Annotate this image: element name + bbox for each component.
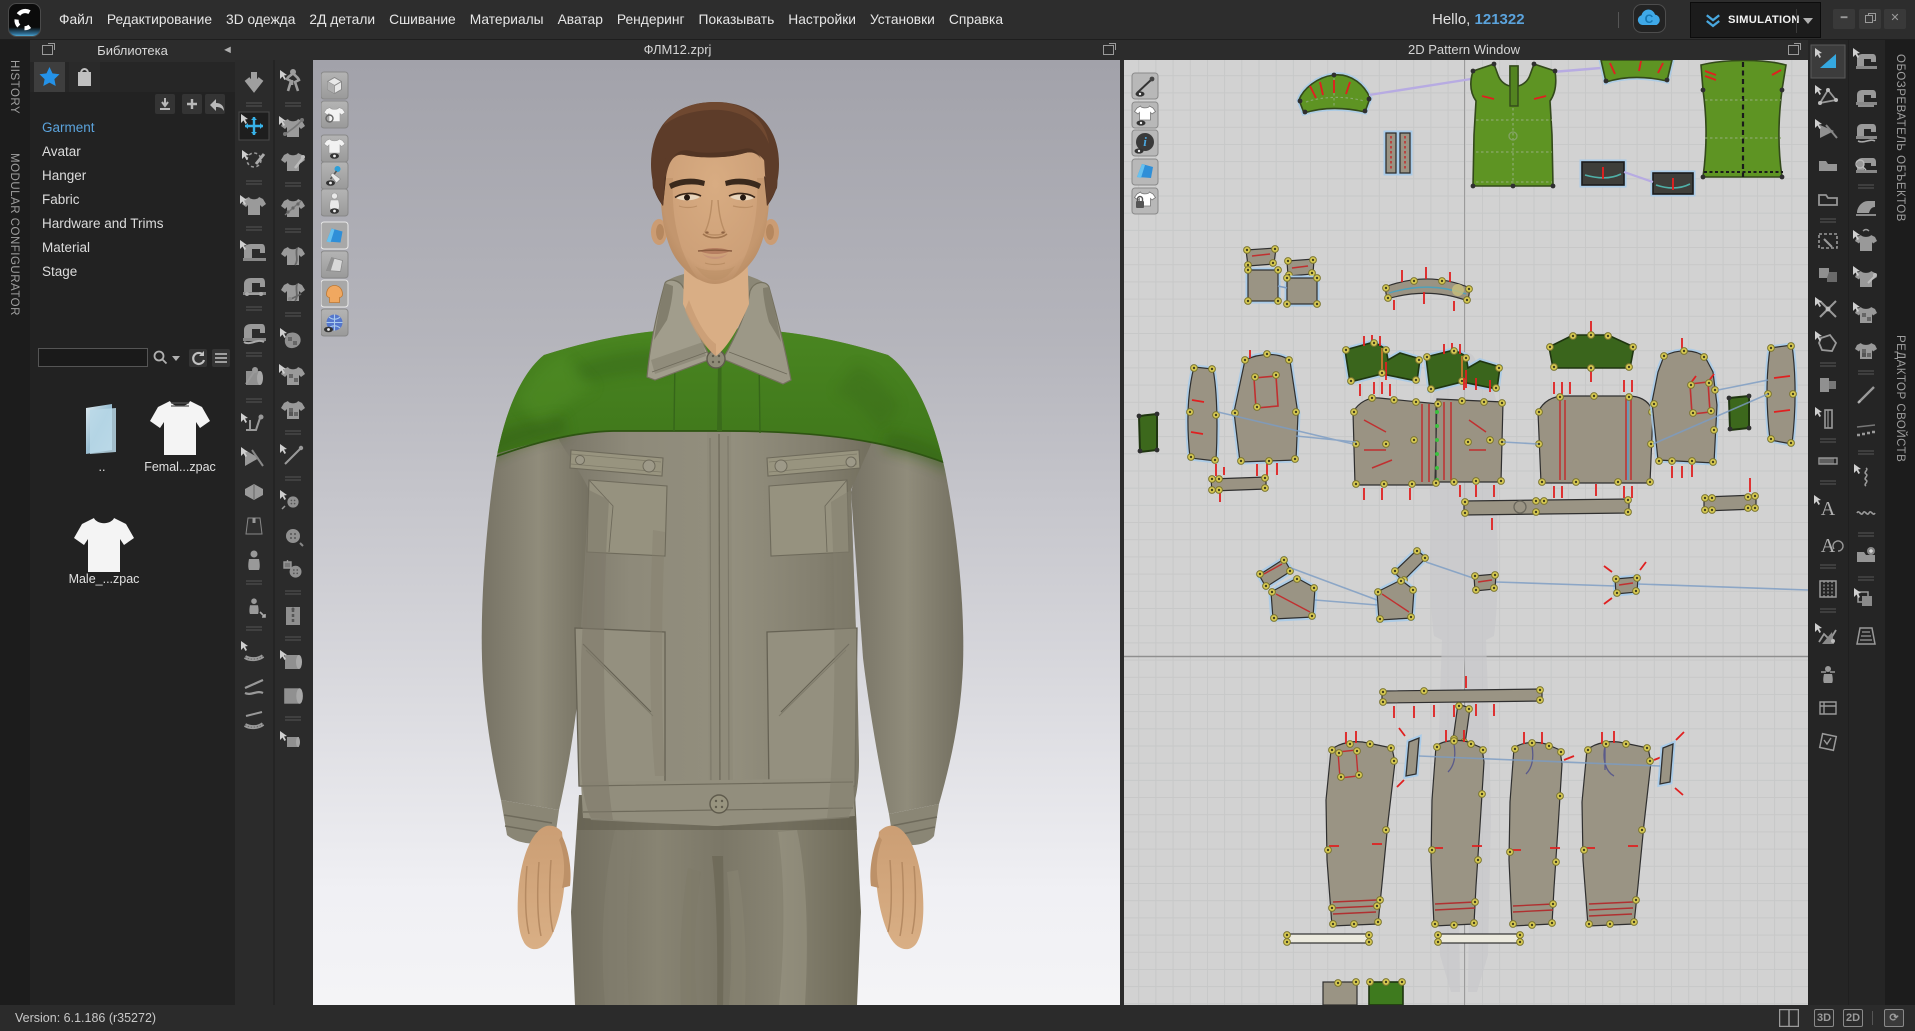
- svg-text:A: A: [1821, 498, 1836, 520]
- svg-text:i: i: [1143, 134, 1147, 149]
- svg-text:C: C: [1645, 12, 1654, 26]
